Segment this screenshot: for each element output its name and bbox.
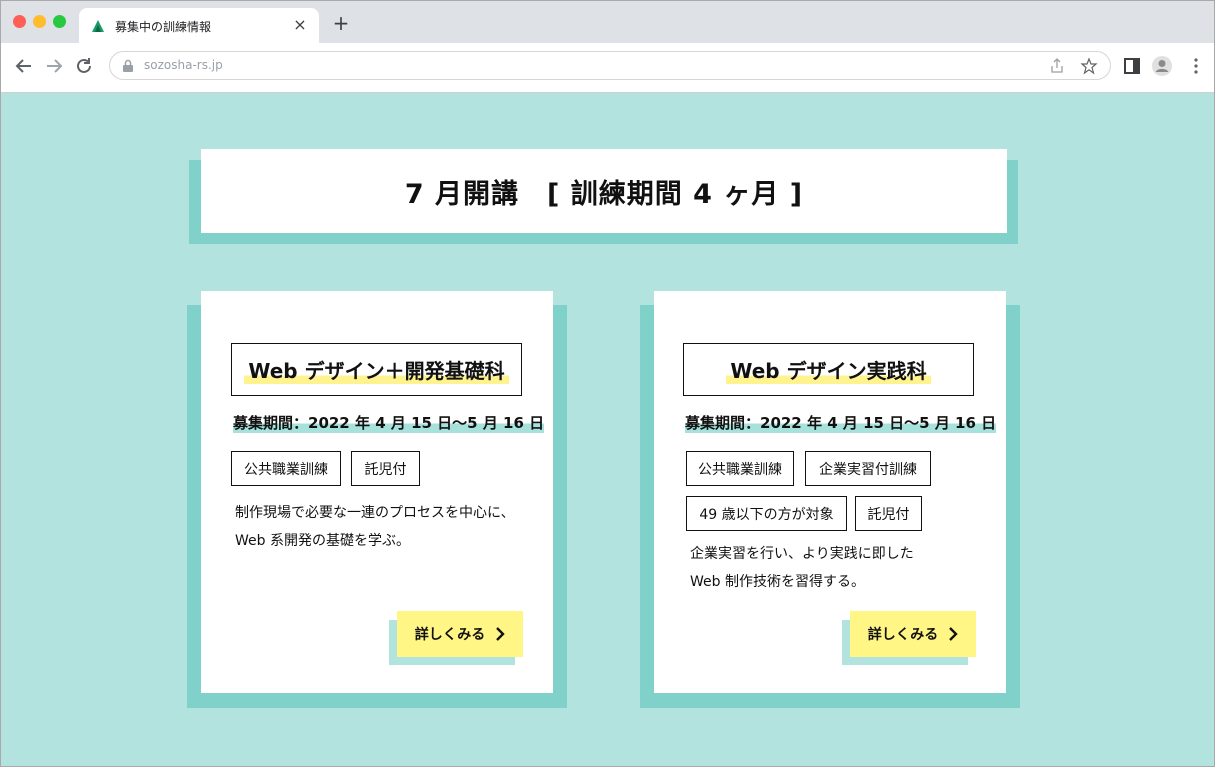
side-panel-icon[interactable]	[1121, 55, 1143, 77]
course-description: 企業実習を行い、より実践に即した Web 制作技術を習得する。	[690, 540, 914, 596]
description-line: Web 系開発の基礎を学ぶ。	[235, 533, 410, 549]
recruitment-period: 募集期間：2022 年 4 月 15 日〜5 月 16 日	[685, 412, 997, 433]
page-content: 7 月開講 [ 訓練期間 4 ヶ月 ] Web デザイン＋開発基礎科 募集期間：…	[0, 93, 1215, 767]
course-tag: 企業実習付訓練	[805, 451, 931, 486]
course-tag: 公共職業訓練	[686, 451, 794, 486]
back-arrow-icon[interactable]	[13, 55, 35, 77]
maximize-window-button[interactable]	[53, 15, 66, 28]
tab-bar: 募集中の訓練情報 × +	[1, 1, 1214, 43]
description-line: 企業実習を行い、より実践に即した	[690, 546, 914, 562]
profile-avatar-icon[interactable]	[1151, 55, 1173, 77]
details-button[interactable]: 詳しくみる	[850, 611, 976, 657]
site-favicon-icon	[92, 20, 104, 32]
course-card: Web デザイン＋開発基礎科 募集期間：2022 年 4 月 15 日〜5 月 …	[201, 291, 553, 693]
kebab-menu-icon[interactable]	[1185, 55, 1207, 77]
course-title-box: Web デザイン実践科	[683, 343, 974, 396]
recruitment-period: 募集期間：2022 年 4 月 15 日〜5 月 16 日	[233, 412, 545, 433]
browser-window: 募集中の訓練情報 × + sozosha-rs.jp	[0, 0, 1215, 93]
forward-arrow-icon[interactable]	[43, 55, 65, 77]
course-tag: 託児付	[351, 451, 420, 486]
heading-panel: 7 月開講 [ 訓練期間 4 ヶ月 ]	[201, 149, 1007, 233]
course-card: Web デザイン実践科 募集期間：2022 年 4 月 15 日〜5 月 16 …	[654, 291, 1006, 693]
description-line: 制作現場で必要な一連のプロセスを中心に、	[235, 505, 515, 521]
course-title: Web デザイン実践科	[726, 355, 931, 384]
new-tab-button[interactable]: +	[331, 13, 351, 33]
details-button[interactable]: 詳しくみる	[397, 611, 523, 657]
url-text: sozosha-rs.jp	[144, 58, 223, 72]
course-tag: 49 歳以下の方が対象	[686, 496, 847, 531]
description-line: Web 制作技術を習得する。	[690, 574, 865, 590]
share-icon[interactable]	[1048, 57, 1066, 75]
chevron-right-icon	[496, 627, 505, 641]
reload-icon[interactable]	[73, 55, 95, 77]
course-title: Web デザイン＋開発基礎科	[244, 355, 509, 384]
address-bar[interactable]: sozosha-rs.jp	[109, 51, 1111, 80]
course-title-box: Web デザイン＋開発基礎科	[231, 343, 522, 396]
page-heading: 7 月開講 [ 訓練期間 4 ヶ月 ]	[404, 178, 804, 210]
details-button-label: 詳しくみる	[867, 627, 939, 643]
browser-toolbar: sozosha-rs.jp	[1, 43, 1214, 93]
details-button-label: 詳しくみる	[414, 627, 486, 643]
course-description: 制作現場で必要な一連のプロセスを中心に、 Web 系開発の基礎を学ぶ。	[235, 499, 515, 555]
course-tag: 託児付	[855, 496, 922, 531]
tab-title: 募集中の訓練情報	[115, 20, 212, 34]
chevron-right-icon	[949, 627, 958, 641]
minimize-window-button[interactable]	[33, 15, 46, 28]
lock-icon	[123, 59, 133, 72]
close-window-button[interactable]	[13, 15, 26, 28]
bookmark-star-icon[interactable]	[1080, 57, 1098, 75]
close-tab-icon[interactable]: ×	[291, 16, 309, 34]
browser-tab-active[interactable]: 募集中の訓練情報 ×	[79, 8, 319, 43]
course-tag: 公共職業訓練	[231, 451, 341, 486]
